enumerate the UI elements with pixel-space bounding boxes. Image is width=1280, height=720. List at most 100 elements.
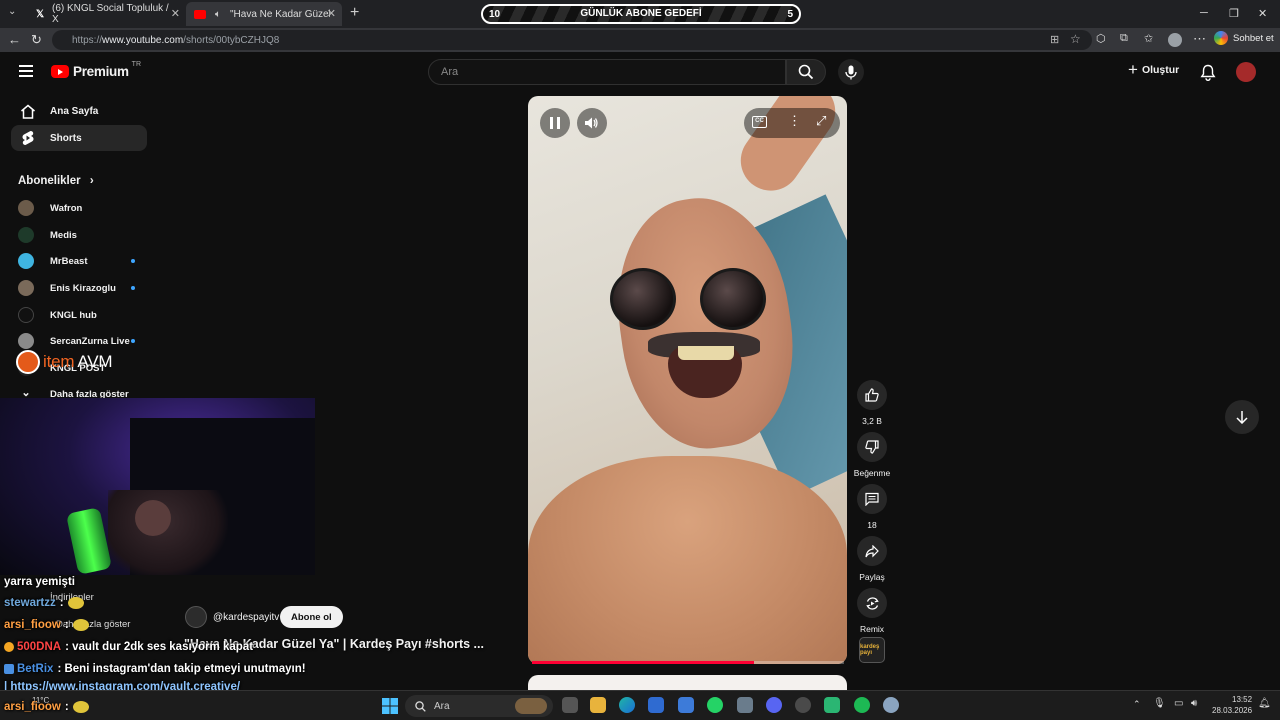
tab-x-social[interactable]: 𝕏 (6) KNGL Social Topluluk / X ✕ xyxy=(26,2,186,26)
next-short-button[interactable] xyxy=(1225,400,1259,434)
close-window-icon[interactable]: ✕ xyxy=(1258,7,1267,20)
subscription-item[interactable]: KNGL hub xyxy=(18,305,148,325)
speaker-icon[interactable]: 🔈︎ xyxy=(212,8,224,20)
url-path: /shorts/00tybCZHJQ8 xyxy=(183,34,280,46)
sidebar-item-home[interactable]: Ana Sayfa xyxy=(11,98,147,124)
like-button[interactable]: 3,2 B xyxy=(852,380,892,426)
tab-list-chevron-icon[interactable]: ⌄ xyxy=(8,6,16,17)
tray-chevron-icon[interactable]: ⌃ xyxy=(1133,699,1141,710)
more-vertical-icon[interactable]: ⋮ xyxy=(788,113,801,129)
shorts-video-player[interactable]: CC ⋮ ⤢ xyxy=(528,96,847,664)
extensions-icon[interactable]: ⬡ xyxy=(1096,32,1106,45)
goal-title: GÜNLÜK ABONE GEDEFİ xyxy=(580,8,702,19)
brand-item: item xyxy=(43,352,75,371)
network-icon[interactable]: ▭ xyxy=(1174,698,1183,709)
live-indicator-dot xyxy=(131,339,135,343)
tab-youtube-short[interactable]: 🔈︎ "Hava Ne Kadar Güzel Ya" | Ka ✕ xyxy=(186,2,342,26)
dislike-button[interactable]: Beğenme xyxy=(852,432,892,478)
windows-start-icon[interactable] xyxy=(382,698,398,714)
microphone-icon xyxy=(845,65,857,79)
restore-icon[interactable]: ❐ xyxy=(1229,7,1239,20)
channel-row[interactable]: @kardespayitv xyxy=(185,606,279,628)
dislike-label: Beğenme xyxy=(853,468,891,478)
region-code: TR xyxy=(131,61,142,68)
file-explorer-icon[interactable] xyxy=(590,697,606,713)
close-tab-icon[interactable]: ✕ xyxy=(171,7,180,20)
mail-icon[interactable] xyxy=(678,697,694,713)
notification-center-icon[interactable]: 🔔︎ xyxy=(1258,698,1271,709)
fullscreen-icon[interactable]: ⤢ xyxy=(816,113,826,129)
favorites-icon[interactable]: ✩ xyxy=(1144,32,1153,45)
search-input[interactable]: Ara xyxy=(428,59,786,85)
emote-icon xyxy=(67,597,84,609)
subscription-item[interactable]: Enis Kirazoglu xyxy=(18,278,148,298)
sidebar-item-shorts[interactable]: Shorts xyxy=(11,125,147,151)
reload-icon[interactable]: ↻ xyxy=(31,32,42,48)
pause-button[interactable] xyxy=(540,108,570,138)
profile-icon[interactable] xyxy=(1168,33,1182,47)
youtube-logo[interactable]: Premium TR xyxy=(51,61,142,79)
subscription-name: KNGL hub xyxy=(50,309,97,321)
app-icon[interactable] xyxy=(737,697,753,713)
subscription-name: Wafron xyxy=(50,202,83,214)
apps-icon[interactable]: ⊞ xyxy=(1050,33,1059,46)
subscriptions-header[interactable]: Abonelikler › xyxy=(18,175,94,187)
chat-username: arsi_fioow xyxy=(4,701,61,713)
account-avatar[interactable] xyxy=(1236,62,1256,82)
back-icon[interactable]: ← xyxy=(8,32,21,47)
app-icon[interactable] xyxy=(824,697,840,713)
task-view-icon[interactable] xyxy=(562,697,578,713)
spotify-icon[interactable] xyxy=(854,697,870,713)
channel-thumbnail-logo[interactable]: kardeş payı xyxy=(859,637,885,663)
sidebar-item-label: Shorts xyxy=(50,132,82,144)
new-tab-icon[interactable]: + xyxy=(350,4,359,22)
captions-icon[interactable]: CC xyxy=(752,116,767,128)
search-placeholder: Ara xyxy=(441,66,459,78)
volume-tray-icon[interactable]: 🔊︎ xyxy=(1191,698,1197,709)
taskbar-search[interactable]: Ara xyxy=(405,695,553,717)
subscription-item[interactable]: Medis xyxy=(18,225,148,245)
minimize-icon[interactable]: ─ xyxy=(1200,7,1208,19)
subscription-item[interactable]: MrBeast xyxy=(18,251,148,271)
more-menu-icon[interactable]: ⋯ xyxy=(1193,31,1206,47)
video-progress-bar[interactable] xyxy=(532,661,844,664)
subscribe-button[interactable]: Abone ol xyxy=(280,606,343,628)
app-icon[interactable] xyxy=(795,697,811,713)
subscription-name: MrBeast xyxy=(50,255,88,267)
subscription-item[interactable]: Wafron xyxy=(18,198,148,218)
subscription-name: SercanZurna Live xyxy=(50,335,130,347)
discord-icon[interactable] xyxy=(766,697,782,713)
settings-gear-icon[interactable] xyxy=(883,697,899,713)
system-clock[interactable]: 13:52 28.03.2026 xyxy=(1212,694,1252,716)
subscribe-label: Abone ol xyxy=(291,611,332,623)
hamburger-menu-icon[interactable] xyxy=(19,65,33,77)
whatsapp-icon[interactable] xyxy=(707,697,723,713)
emote-icon xyxy=(72,619,89,631)
channel-avatar xyxy=(18,253,34,269)
create-button[interactable]: + Oluştur xyxy=(1128,61,1179,78)
chat-username: BetRix xyxy=(17,663,54,675)
tab-label: "Hava Ne Kadar Güzel Ya" | Ka xyxy=(230,8,330,20)
copilot-chat-button[interactable]: Sohbet et xyxy=(1214,31,1274,45)
remix-button[interactable]: Remix xyxy=(852,588,892,634)
microphone-tray-icon[interactable]: 🎙︎ xyxy=(1153,698,1166,709)
thumbs-down-icon xyxy=(865,440,879,454)
split-screen-icon[interactable]: ⧉ xyxy=(1120,32,1128,45)
chat-text: : xyxy=(64,701,69,713)
sponsor-logo-itemavm: item AVM xyxy=(16,346,136,378)
store-icon[interactable] xyxy=(648,697,664,713)
home-icon xyxy=(19,104,37,119)
chat-message: yarra yemişti xyxy=(4,576,75,588)
comments-button[interactable]: 18 xyxy=(852,484,892,530)
close-tab-icon[interactable]: ✕ xyxy=(327,7,336,20)
favorite-star-icon[interactable]: ☆ xyxy=(1070,32,1081,46)
address-bar[interactable]: https://www.youtube.com/shorts/00tybCZHJ… xyxy=(52,30,1092,50)
browser-toolbar: ← ↻ https://www.youtube.com/shorts/00tyb… xyxy=(0,28,1280,52)
channel-thumb-text: kardeş payı xyxy=(860,644,880,656)
share-button[interactable]: Paylaş xyxy=(852,536,892,582)
notifications-bell-icon[interactable] xyxy=(1200,64,1216,81)
voice-search-button[interactable] xyxy=(838,59,864,85)
search-button[interactable] xyxy=(786,59,826,85)
volume-button[interactable] xyxy=(577,108,607,138)
edge-browser-icon[interactable] xyxy=(619,697,635,713)
